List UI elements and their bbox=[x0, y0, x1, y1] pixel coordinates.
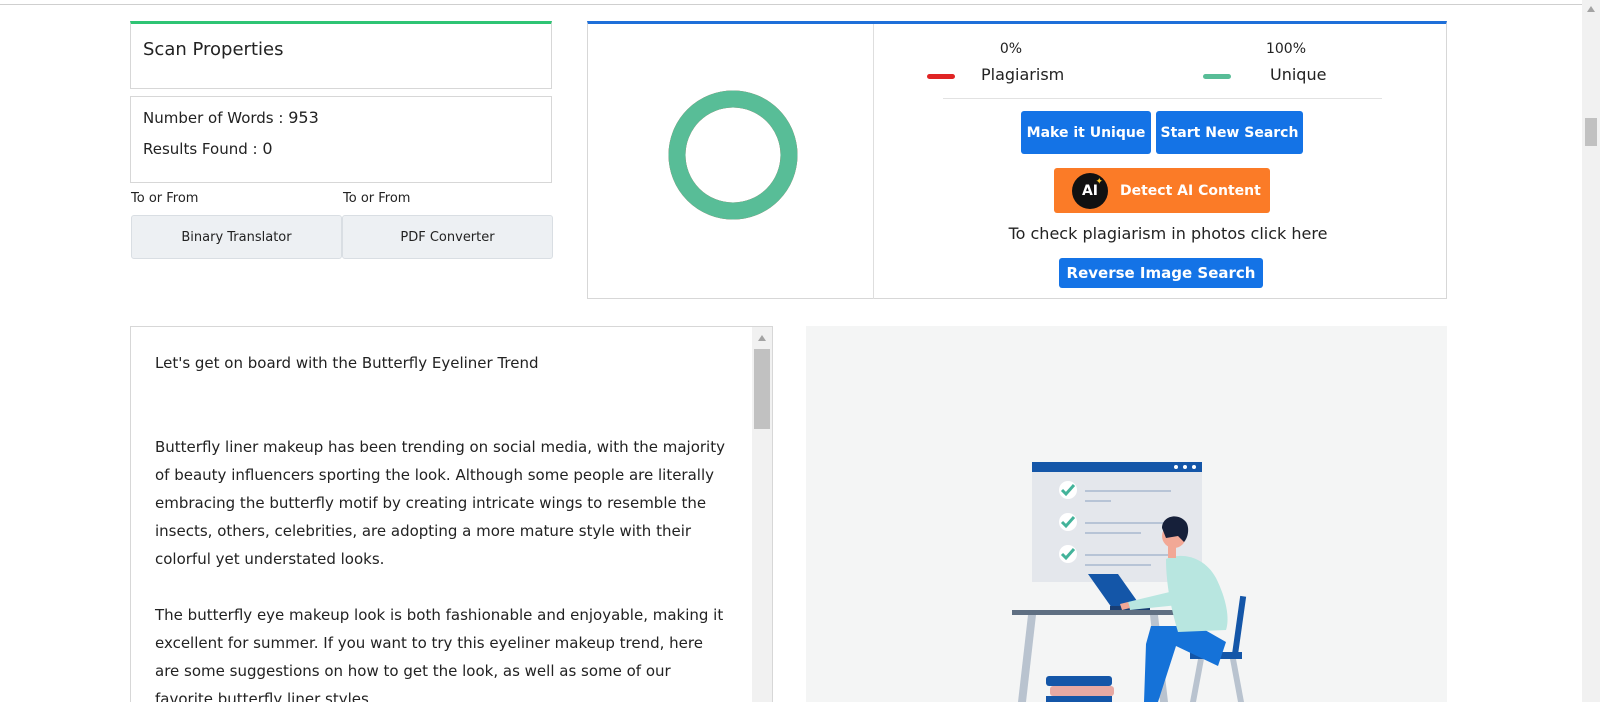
content-text: Let's get on board with the Butterfly Ey… bbox=[155, 349, 725, 702]
uniqueness-ring-chart bbox=[668, 90, 798, 220]
ai-icon: AI ✦ bbox=[1072, 172, 1108, 209]
sparkle-icon: ✦ bbox=[1095, 176, 1103, 187]
text-scrollbar[interactable] bbox=[752, 327, 772, 702]
content-paragraph: Butterfly liner makeup has been trending… bbox=[155, 438, 725, 568]
word-count-label: Number of Words : bbox=[143, 109, 289, 127]
results-found: Results Found : 0 bbox=[143, 139, 273, 158]
page-scroll-up-arrow-icon[interactable] bbox=[1587, 6, 1595, 12]
plagiarism-legend-swatch bbox=[927, 74, 955, 79]
content-text-area[interactable]: Let's get on board with the Butterfly Ey… bbox=[130, 326, 773, 702]
results-found-value: 0 bbox=[262, 139, 273, 158]
checkmark-icon bbox=[1059, 513, 1077, 531]
detect-ai-content-label: Detect AI Content bbox=[1120, 182, 1261, 199]
plagiarism-percent: 0% bbox=[999, 41, 1023, 57]
scroll-up-arrow-icon[interactable] bbox=[758, 335, 766, 341]
page-scrollbar-thumb[interactable] bbox=[1585, 118, 1597, 146]
scan-properties-title: Scan Properties bbox=[143, 39, 284, 60]
results-found-label: Results Found : bbox=[143, 140, 263, 158]
binary-translator-label: To or From bbox=[131, 191, 199, 206]
word-count-value: 953 bbox=[288, 108, 319, 127]
unique-label: Unique bbox=[1270, 65, 1327, 84]
content-title: Let's get on board with the Butterfly Ey… bbox=[155, 354, 539, 372]
unique-legend-swatch bbox=[1203, 74, 1231, 79]
start-new-search-button[interactable]: Start New Search bbox=[1156, 111, 1303, 154]
content-paragraph: The butterfly eye makeup look is both fa… bbox=[155, 606, 724, 702]
word-count: Number of Words : 953 bbox=[143, 108, 319, 127]
make-it-unique-button[interactable]: Make it Unique bbox=[1021, 111, 1151, 154]
result-separator bbox=[943, 98, 1382, 99]
pdf-converter-label: To or From bbox=[343, 191, 411, 206]
checkmark-icon bbox=[1059, 545, 1077, 563]
photo-check-text: To check plagiarism in photos click here bbox=[1008, 224, 1328, 243]
scan-stats-box: Number of Words : 953 Results Found : 0 bbox=[130, 96, 552, 183]
unique-percent: 100% bbox=[1265, 41, 1307, 57]
result-panel: 0% 100% Plagiarism Unique Make it Unique… bbox=[587, 21, 1447, 299]
unique-ring-arc bbox=[668, 90, 798, 220]
page-scrollbar[interactable] bbox=[1582, 0, 1600, 702]
top-border bbox=[0, 4, 1582, 5]
checkmark-icon bbox=[1059, 481, 1077, 499]
illustration-panel bbox=[806, 326, 1447, 702]
reverse-image-search-button[interactable]: Reverse Image Search bbox=[1059, 258, 1263, 288]
result-divider bbox=[873, 24, 874, 299]
person-at-laptop-illustration bbox=[1012, 462, 1247, 702]
binary-translator-button[interactable]: Binary Translator bbox=[131, 215, 342, 259]
text-scrollbar-thumb[interactable] bbox=[754, 349, 770, 429]
plagiarism-label: Plagiarism bbox=[981, 65, 1065, 84]
detect-ai-content-button[interactable]: AI ✦ Detect AI Content bbox=[1054, 168, 1270, 213]
pdf-converter-button[interactable]: PDF Converter bbox=[342, 215, 553, 259]
scan-properties-header: Scan Properties bbox=[130, 21, 552, 89]
